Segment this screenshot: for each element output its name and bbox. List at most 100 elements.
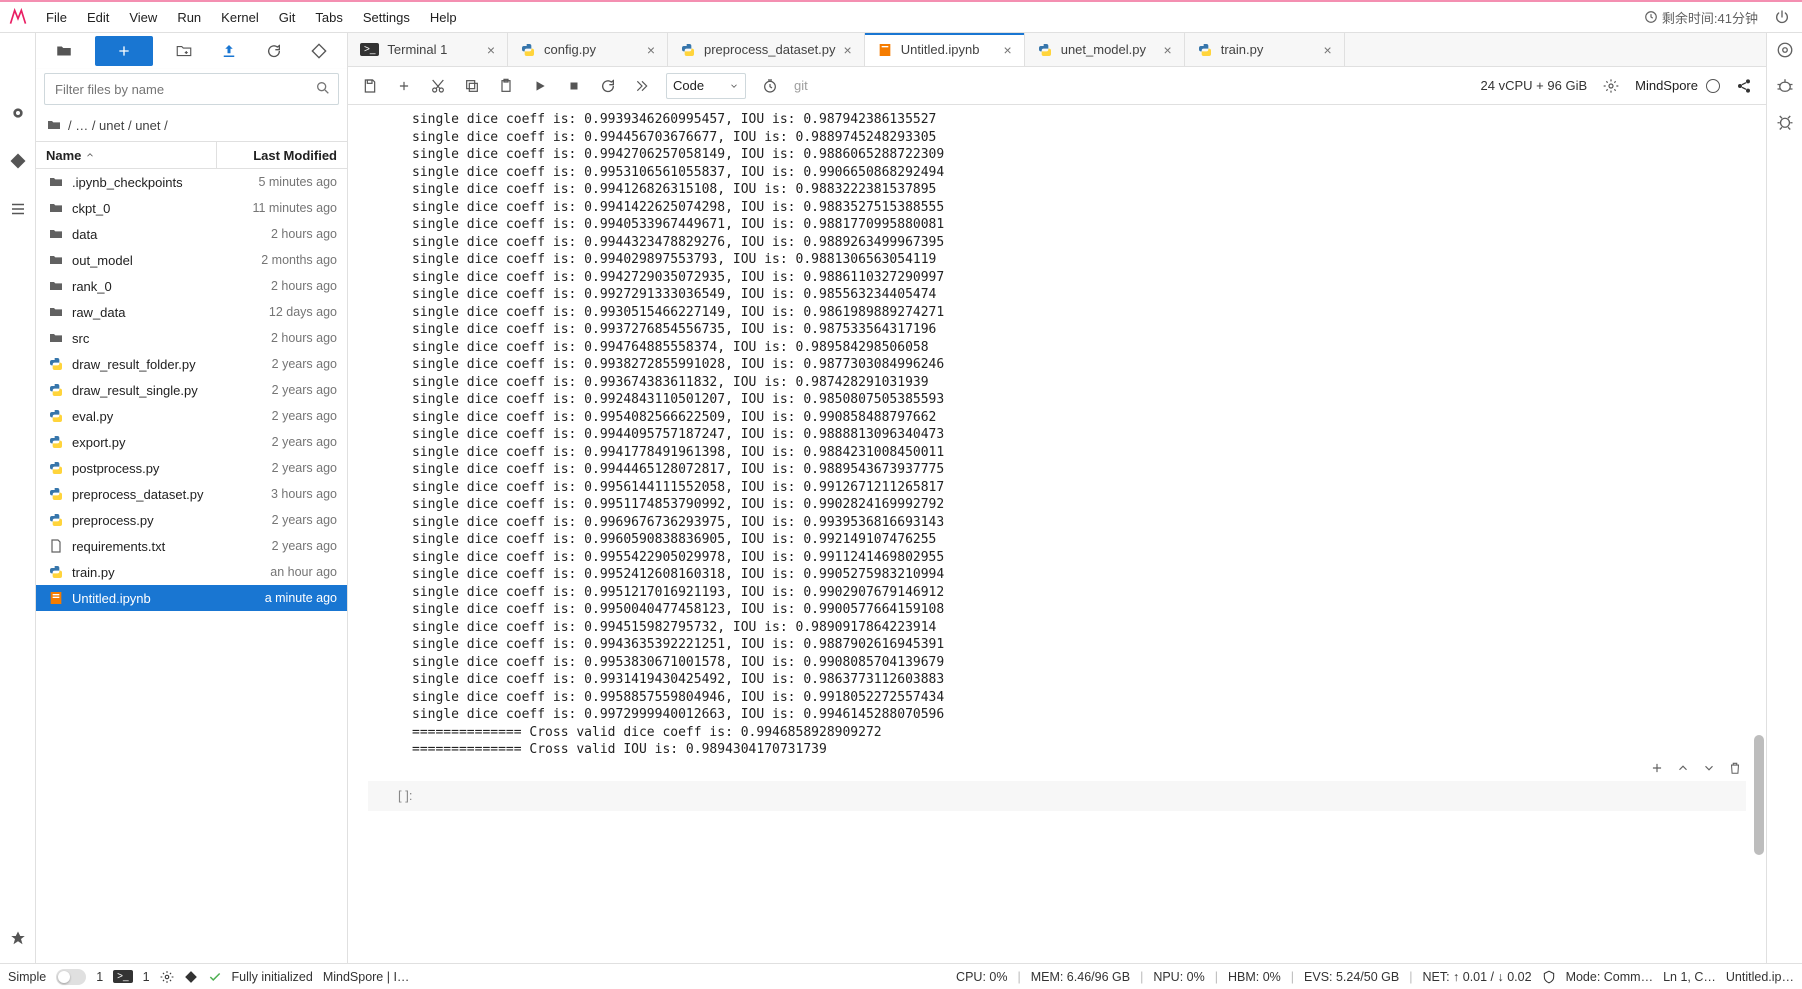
cut-button[interactable] bbox=[428, 76, 448, 96]
close-icon[interactable]: × bbox=[844, 42, 852, 58]
save-button[interactable] bbox=[360, 76, 380, 96]
file-row[interactable]: ckpt_011 minutes ago bbox=[36, 195, 347, 221]
cell-type-select[interactable]: Code bbox=[666, 73, 746, 99]
git-branch-label[interactable]: git bbox=[794, 78, 808, 93]
move-up-icon[interactable] bbox=[1676, 761, 1690, 775]
menu-settings[interactable]: Settings bbox=[353, 6, 420, 29]
column-header-name[interactable]: Name bbox=[36, 142, 217, 168]
kernels-count[interactable]: 1 bbox=[143, 970, 150, 984]
new-folder-button[interactable] bbox=[161, 36, 206, 66]
debug-panel-icon[interactable] bbox=[1776, 77, 1794, 95]
copy-button[interactable] bbox=[462, 76, 482, 96]
tab-untitled-ipynb[interactable]: Untitled.ipynb× bbox=[865, 33, 1025, 66]
chevron-down-icon bbox=[729, 81, 739, 91]
menu-tabs[interactable]: Tabs bbox=[305, 6, 352, 29]
empty-code-cell[interactable]: [ ]: bbox=[368, 781, 1746, 811]
kernel-status-label[interactable]: MindSpore | I… bbox=[323, 970, 410, 984]
file-row[interactable]: rank_02 hours ago bbox=[36, 273, 347, 299]
file-row[interactable]: Untitled.ipynba minute ago bbox=[36, 585, 347, 611]
file-name: .ipynb_checkpoints bbox=[72, 175, 258, 190]
file-row[interactable]: export.py2 years ago bbox=[36, 429, 347, 455]
breadcrumb[interactable]: / … / unet / unet / bbox=[36, 113, 347, 141]
tab-unet_model-py[interactable]: unet_model.py× bbox=[1025, 33, 1185, 66]
file-row[interactable]: preprocess.py2 years ago bbox=[36, 507, 347, 533]
terminals-count[interactable]: 1 bbox=[96, 970, 103, 984]
file-row[interactable]: raw_data12 days ago bbox=[36, 299, 347, 325]
lsp-status-icon[interactable] bbox=[208, 970, 222, 984]
git-icon[interactable] bbox=[6, 149, 30, 173]
new-launcher-button[interactable] bbox=[95, 36, 154, 66]
gear-icon[interactable] bbox=[160, 970, 174, 984]
menu-run[interactable]: Run bbox=[167, 6, 211, 29]
py-icon bbox=[46, 408, 66, 424]
power-button[interactable] bbox=[1770, 5, 1794, 29]
file-row[interactable]: .ipynb_checkpoints5 minutes ago bbox=[36, 169, 347, 195]
kernel-indicator[interactable]: MindSpore bbox=[1635, 78, 1720, 93]
file-row[interactable]: out_model2 months ago bbox=[36, 247, 347, 273]
toc-icon[interactable] bbox=[6, 197, 30, 221]
running-kernels-icon[interactable] bbox=[6, 101, 30, 125]
run-button[interactable] bbox=[530, 76, 550, 96]
bug-icon[interactable] bbox=[1776, 113, 1794, 131]
close-icon[interactable]: × bbox=[647, 42, 655, 58]
menu-file[interactable]: File bbox=[36, 6, 77, 29]
file-row[interactable]: data2 hours ago bbox=[36, 221, 347, 247]
menu-edit[interactable]: Edit bbox=[77, 6, 119, 29]
upload-button[interactable] bbox=[206, 36, 251, 66]
share-button[interactable] bbox=[1734, 76, 1754, 96]
file-browser-toolbar bbox=[36, 33, 347, 69]
refresh-button[interactable] bbox=[251, 36, 296, 66]
move-down-icon[interactable] bbox=[1702, 761, 1716, 775]
lsp-status-label[interactable]: Fully initialized bbox=[232, 970, 313, 984]
simple-mode-toggle[interactable] bbox=[56, 969, 86, 985]
file-row[interactable]: postprocess.py2 years ago bbox=[36, 455, 347, 481]
file-filter-input[interactable] bbox=[44, 73, 339, 105]
menu-view[interactable]: View bbox=[119, 6, 167, 29]
line-col-label[interactable]: Ln 1, C… bbox=[1663, 970, 1716, 984]
notebook-body[interactable]: single dice coeff is: 0.9939346260995457… bbox=[348, 105, 1766, 963]
close-icon[interactable]: × bbox=[487, 42, 495, 58]
file-label[interactable]: Untitled.ip… bbox=[1726, 970, 1794, 984]
cpu-status: CPU: 0% bbox=[956, 970, 1007, 984]
insert-cell-button[interactable] bbox=[394, 76, 414, 96]
resource-label: 24 vCPU + 96 GiB bbox=[1481, 78, 1588, 93]
extension-icon[interactable] bbox=[6, 927, 30, 951]
file-row[interactable]: requirements.txt2 years ago bbox=[36, 533, 347, 559]
close-icon[interactable]: × bbox=[1324, 42, 1332, 58]
close-icon[interactable]: × bbox=[1004, 42, 1012, 58]
menu-help[interactable]: Help bbox=[420, 6, 467, 29]
delete-cell-icon[interactable] bbox=[1728, 761, 1742, 775]
stop-button[interactable] bbox=[564, 76, 584, 96]
menu-kernel[interactable]: Kernel bbox=[211, 6, 269, 29]
file-row[interactable]: eval.py2 years ago bbox=[36, 403, 347, 429]
file-row[interactable]: preprocess_dataset.py3 hours ago bbox=[36, 481, 347, 507]
close-icon[interactable]: × bbox=[1164, 42, 1172, 58]
net-status: NET: ↑ 0.01 / ↓ 0.02 bbox=[1422, 970, 1531, 984]
tab-terminal-1[interactable]: >_Terminal 1× bbox=[348, 33, 508, 66]
tab-preprocess_dataset-py[interactable]: preprocess_dataset.py× bbox=[668, 33, 865, 66]
restart-button[interactable] bbox=[598, 76, 618, 96]
terminal-icon: >_ bbox=[360, 43, 379, 56]
file-row[interactable]: draw_result_folder.py2 years ago bbox=[36, 351, 347, 377]
paste-button[interactable] bbox=[496, 76, 516, 96]
tab-config-py[interactable]: config.py × bbox=[508, 33, 668, 66]
mode-label[interactable]: Mode: Comm… bbox=[1566, 970, 1654, 984]
git-clone-button[interactable] bbox=[296, 36, 341, 66]
tab-train-py[interactable]: train.py× bbox=[1185, 33, 1345, 66]
folder-icon bbox=[46, 330, 66, 346]
tab-label: config.py bbox=[544, 42, 596, 57]
file-row[interactable]: draw_result_single.py2 years ago bbox=[36, 377, 347, 403]
git-status-icon[interactable] bbox=[184, 970, 198, 984]
timer-icon[interactable] bbox=[760, 76, 780, 96]
open-folder-button[interactable] bbox=[42, 36, 87, 66]
property-inspector-icon[interactable] bbox=[1776, 41, 1794, 59]
file-row[interactable]: train.pyan hour ago bbox=[36, 559, 347, 585]
run-all-button[interactable] bbox=[632, 76, 652, 96]
column-header-modified[interactable]: Last Modified bbox=[217, 148, 347, 163]
resource-gear-icon[interactable] bbox=[1601, 76, 1621, 96]
file-row[interactable]: src2 hours ago bbox=[36, 325, 347, 351]
add-cell-below-icon[interactable] bbox=[1650, 761, 1664, 775]
scrollbar-thumb[interactable] bbox=[1754, 735, 1764, 855]
menu-git[interactable]: Git bbox=[269, 6, 306, 29]
privacy-icon[interactable] bbox=[1542, 970, 1556, 984]
